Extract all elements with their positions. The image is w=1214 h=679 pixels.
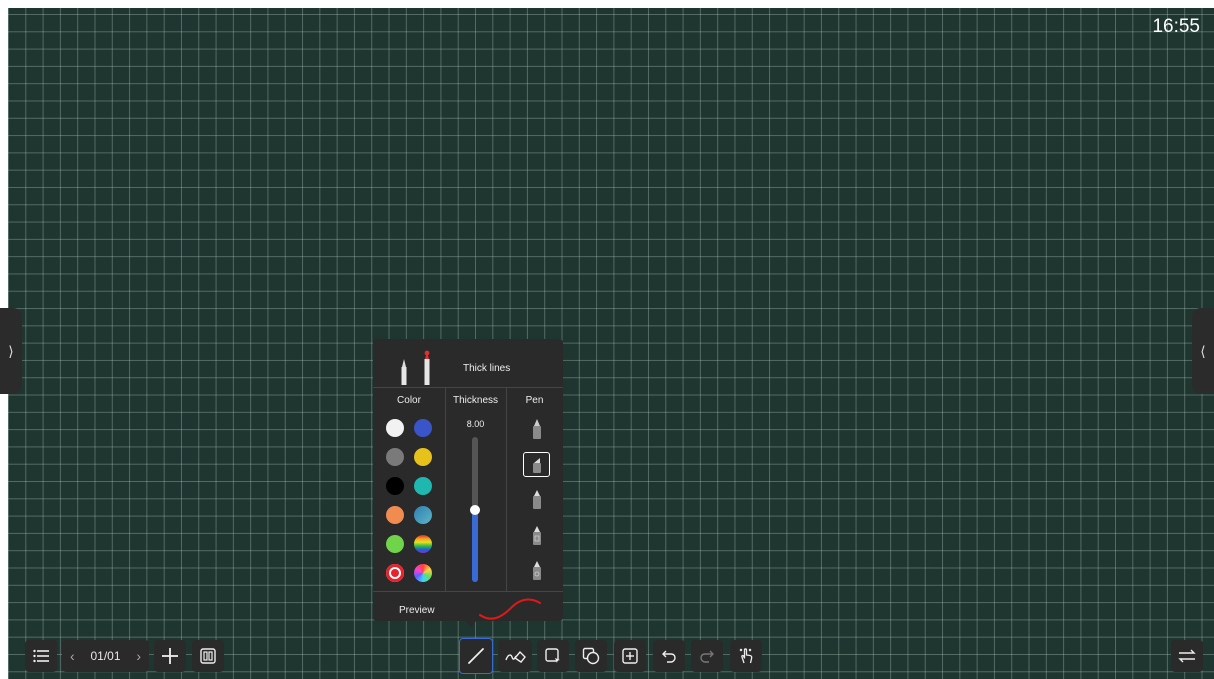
page-navigator: ‹ 01/01 › (62, 640, 149, 672)
color-green[interactable] (386, 535, 404, 553)
page-overview-icon (200, 648, 216, 664)
toolbar-swap-button[interactable] (1171, 640, 1203, 672)
panel-pointer (465, 620, 477, 627)
preview-label: Preview (399, 605, 435, 616)
color-white[interactable] (386, 419, 404, 437)
menu-icon (33, 649, 49, 663)
undo-icon (662, 650, 676, 663)
color-rainbow[interactable] (414, 535, 432, 553)
insert-tool-button[interactable] (614, 640, 646, 672)
color-wheel-icon[interactable] (414, 564, 432, 582)
next-page-icon[interactable]: › (136, 648, 141, 664)
page-overview-button[interactable] (192, 640, 224, 672)
pen-settings-panel: Thick lines Color Thickness Pen 8.00 Pre… (373, 339, 563, 621)
eraser-tool-button[interactable] (498, 640, 532, 672)
shapes-tool-button[interactable] (575, 640, 607, 672)
marker-tip-icon (533, 419, 541, 439)
chevron-left-icon: ⟨ (1200, 342, 1206, 359)
divider (506, 387, 507, 591)
thickness-handle[interactable] (470, 504, 480, 515)
color-red-selected[interactable] (386, 564, 404, 582)
gesture-icon (739, 648, 753, 664)
chisel-tip-icon (532, 457, 541, 473)
color-blue[interactable] (414, 419, 432, 437)
eraser-icon (505, 650, 526, 663)
left-drawer-toggle[interactable]: ⟩ (0, 308, 22, 394)
clock: 16:55 (1152, 16, 1200, 37)
add-page-button[interactable] (154, 640, 186, 672)
pen-title: Pen (525, 395, 544, 406)
chevron-right-icon: ⟩ (8, 342, 14, 359)
color-teal[interactable] (414, 477, 432, 495)
add-page-icon (162, 648, 178, 664)
page-indicator: 01/01 (90, 649, 121, 663)
pen-mode-label: Thick lines (463, 363, 511, 374)
redo-icon (700, 650, 714, 663)
gesture-tool-button[interactable] (730, 640, 762, 672)
color-title: Color (397, 395, 421, 406)
color-yellow[interactable] (414, 448, 432, 466)
select-tool-button[interactable] (537, 640, 569, 672)
color-black[interactable] (386, 477, 404, 495)
pen-style-2-selected[interactable] (523, 452, 550, 477)
color-orange[interactable] (386, 506, 404, 524)
whiteboard-canvas[interactable] (8, 8, 1214, 679)
divider (373, 387, 563, 388)
pen-icon (468, 648, 484, 664)
undo-button[interactable] (653, 640, 685, 672)
pen-style-1[interactable] (525, 417, 549, 441)
stamp-pen-icon (533, 561, 541, 580)
right-drawer-toggle[interactable]: ⟨ (1192, 308, 1214, 394)
menu-button[interactable] (25, 640, 57, 672)
pen-type-selector[interactable] (395, 347, 435, 385)
thickness-fill (472, 509, 478, 582)
round-tip-icon (533, 490, 541, 509)
swap-toolbar-icon (1178, 649, 1196, 663)
prev-page-icon[interactable]: ‹ (70, 648, 75, 664)
pen-style-3[interactable] (525, 487, 549, 511)
pen-tool-button[interactable] (459, 638, 493, 674)
pen-style-4[interactable] (525, 523, 549, 547)
divider (445, 387, 446, 591)
texture-pen-icon (533, 526, 541, 545)
redo-button[interactable] (691, 640, 723, 672)
divider (373, 591, 563, 592)
color-gray[interactable] (386, 448, 404, 466)
insert-icon (622, 648, 638, 664)
stroke-preview (479, 598, 541, 620)
shapes-icon (582, 647, 600, 665)
thickness-slider[interactable] (470, 437, 480, 582)
lasso-select-icon (545, 648, 560, 663)
fine-pen-icon (401, 350, 430, 385)
thickness-value: 8.00 (466, 419, 485, 429)
pen-style-5[interactable] (525, 558, 549, 582)
color-steel-blue[interactable] (414, 506, 432, 524)
thickness-title: Thickness (452, 395, 498, 406)
